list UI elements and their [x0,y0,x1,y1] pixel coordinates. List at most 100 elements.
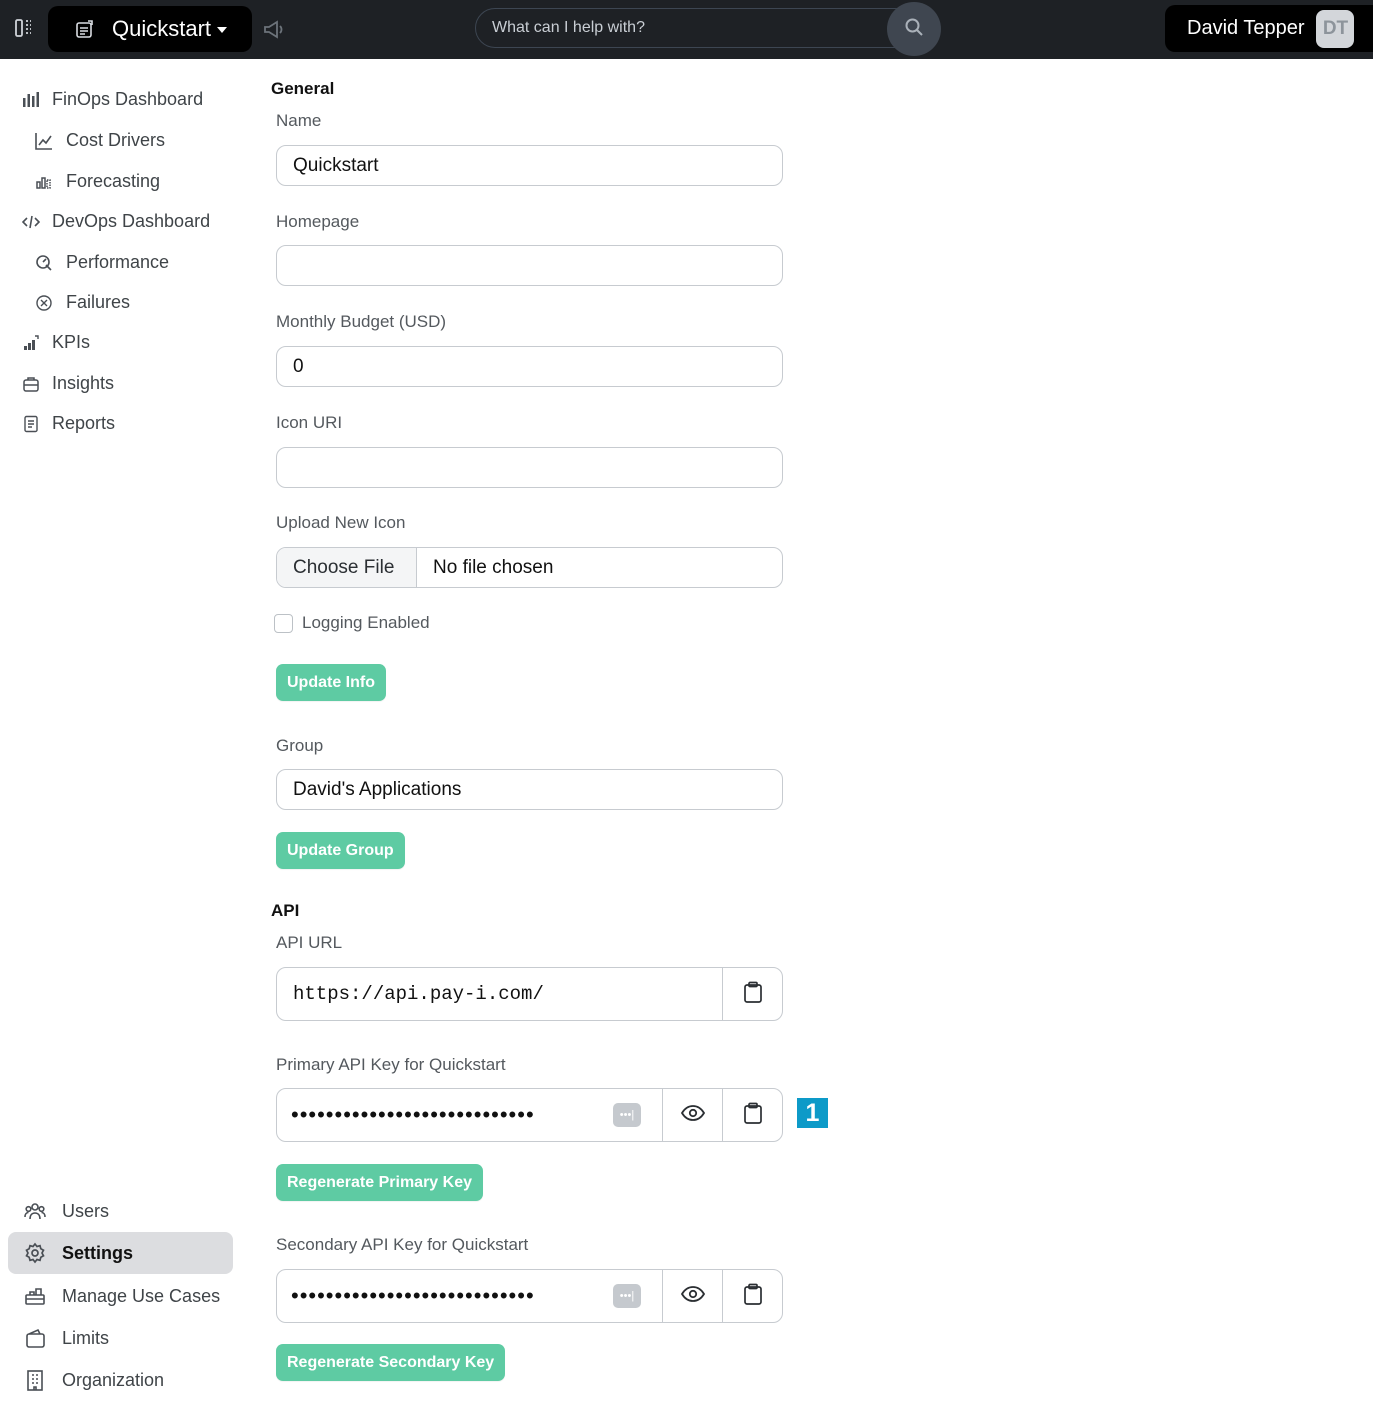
update-info-button[interactable]: Update Info [276,664,386,701]
sidebar-item-failures[interactable]: Failures [35,292,130,313]
group-label: Group [276,736,324,755]
sidebar-item-label: Reports [52,413,116,433]
search-button[interactable] [887,2,941,56]
kpi-icon [22,334,40,352]
show-secondary-key-button[interactable] [662,1270,722,1322]
copy-primary-key-button[interactable] [722,1089,782,1141]
sidebar: FinOps Dashboard Cost Drivers Forecastin… [0,59,250,1400]
sidebar-item-performance[interactable]: Performance [35,252,169,273]
chevron-down-icon [217,27,228,33]
copy-api-url-button[interactable] [722,968,782,1020]
top-bar: Quickstart David Tepper DT [0,0,1373,59]
sidebar-item-label: Limits [62,1327,110,1348]
assistant-search-input[interactable] [492,9,882,47]
sidebar-item-label: Insights [52,373,115,393]
user-name: David Tepper [1187,17,1305,39]
sidebar-item-insights[interactable]: Insights [22,373,114,394]
secondary-key-field: •••••••••••••••••••••••••••• •••| [276,1269,783,1323]
primary-key-label: Primary API Key for Quickstart [276,1055,506,1074]
show-primary-key-button[interactable] [662,1089,722,1141]
sidebar-item-label: Settings [62,1242,134,1263]
sidebar-item-label: FinOps Dashboard [52,89,204,109]
group-input[interactable] [276,769,783,810]
name-input[interactable] [276,145,783,186]
sidebar-item-limits[interactable]: Limits [8,1317,233,1359]
clipboard-icon [743,1102,763,1129]
regenerate-primary-key-button[interactable]: Regenerate Primary Key [276,1164,483,1201]
password-manager-icon[interactable]: •••| [613,1103,641,1127]
code-icon [21,213,41,231]
upload-icon-file-input[interactable]: Choose File No file chosen [276,547,783,588]
sidebar-item-label: Failures [66,292,131,312]
api-url-value[interactable]: https://api.pay-i.com/ [277,968,722,1020]
choose-file-button[interactable]: Choose File [277,548,417,587]
secondary-key-dots: •••••••••••••••••••••••••••• [291,1283,535,1308]
primary-key-dots: •••••••••••••••••••••••••••• [291,1102,535,1127]
line-chart-icon [35,132,53,150]
sidebar-item-settings[interactable]: Settings [8,1232,233,1274]
sidebar-item-label: Performance [66,252,170,272]
users-icon [24,1200,46,1222]
clipboard-icon [743,1283,763,1310]
use-cases-icon [24,1285,46,1307]
sidebar-item-organization[interactable]: Organization [8,1359,233,1401]
icon-uri-label: Icon URI [276,413,343,432]
primary-key-masked[interactable]: •••••••••••••••••••••••••••• •••| [277,1089,662,1141]
api-url-label: API URL [276,933,343,952]
document-icon [22,415,40,433]
user-menu[interactable]: David Tepper DT [1165,5,1373,52]
eye-icon [680,1104,705,1127]
copy-secondary-key-button[interactable] [722,1270,782,1322]
homepage-label: Homepage [276,212,360,231]
app-icon [74,18,96,40]
sidebar-toggle-icon[interactable] [13,17,35,39]
budget-label: Monthly Budget (USD) [276,312,447,331]
logging-enabled-checkbox[interactable] [274,613,293,633]
primary-key-field: •••••••••••••••••••••••••••• •••| [276,1088,783,1142]
password-manager-icon[interactable]: •••| [613,1284,641,1308]
homepage-input[interactable] [276,245,783,286]
sidebar-item-label: Manage Use Cases [62,1285,221,1306]
upload-icon-label: Upload New Icon [276,513,406,532]
logging-enabled-row[interactable]: Logging Enabled [274,613,430,633]
sidebar-item-devops-dashboard[interactable]: DevOps Dashboard [21,211,211,232]
search-icon [904,17,924,42]
icon-uri-input[interactable] [276,447,783,488]
insights-icon [22,375,40,393]
sidebar-item-label: Forecasting [66,171,161,191]
sidebar-item-users[interactable]: Users [8,1190,233,1232]
section-title-general: General [271,79,335,98]
sidebar-item-label: KPIs [52,332,91,352]
bar-chart-icon [22,91,40,109]
x-circle-icon [35,294,53,312]
sidebar-item-label: DevOps Dashboard [52,211,211,231]
sidebar-item-cost-drivers[interactable]: Cost Drivers [35,130,165,151]
regenerate-secondary-key-button[interactable]: Regenerate Secondary Key [276,1344,506,1381]
update-group-button[interactable]: Update Group [276,832,405,869]
sidebar-item-label: Users [62,1200,110,1221]
name-label: Name [276,111,322,130]
sidebar-item-label: Organization [62,1369,165,1390]
speedometer-icon [35,254,53,272]
building-icon [24,1369,46,1391]
sidebar-item-reports[interactable]: Reports [22,413,115,434]
sidebar-item-manage-use-cases[interactable]: Manage Use Cases [8,1275,233,1317]
sidebar-item-finops-dashboard[interactable]: FinOps Dashboard [22,89,203,110]
wallet-icon [24,1327,46,1349]
api-url-field: https://api.pay-i.com/ [276,967,783,1021]
section-title-api: API [271,901,300,920]
file-status: No file chosen [433,556,554,578]
forecast-chart-icon [35,173,53,191]
sidebar-item-kpis[interactable]: KPIs [22,332,90,353]
app-name: Quickstart [112,16,212,41]
sidebar-item-label: Cost Drivers [66,130,166,150]
eye-icon [680,1285,705,1308]
app-selector[interactable]: Quickstart [48,6,252,52]
budget-input[interactable] [276,346,783,387]
avatar: DT [1316,9,1355,48]
secondary-key-masked[interactable]: •••••••••••••••••••••••••••• •••| [277,1270,662,1322]
megaphone-icon[interactable] [262,18,286,40]
clipboard-icon [743,981,763,1008]
annotation-marker: 1 [797,1098,828,1128]
sidebar-item-forecasting[interactable]: Forecasting [35,171,160,192]
